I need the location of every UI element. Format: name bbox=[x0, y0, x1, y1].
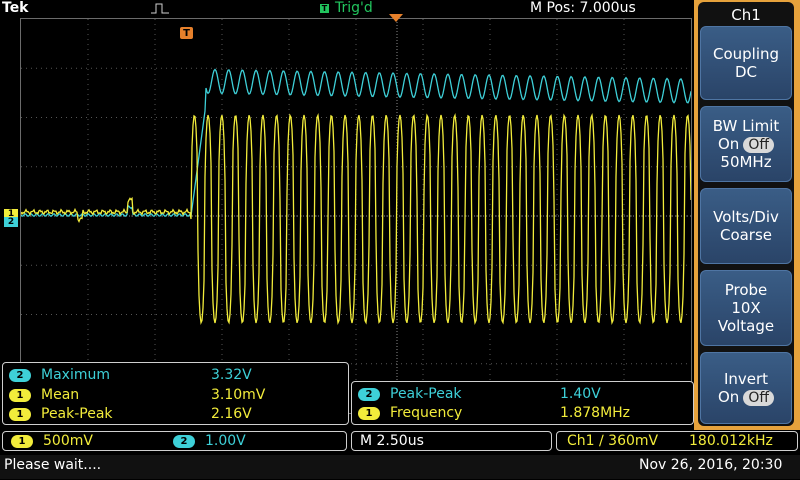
measurement-value: 1.878MHz bbox=[560, 405, 631, 421]
channel-badge: 1 bbox=[9, 388, 31, 402]
bottom-message-bar: Please wait.... Nov 26, 2016, 20:30 bbox=[0, 455, 800, 479]
volts-div-button[interactable]: Volts/Div Coarse bbox=[700, 188, 792, 264]
probe-value: 10X bbox=[731, 299, 761, 317]
bw-limit-value: 50MHz bbox=[720, 153, 772, 171]
ch1-badge: 1 bbox=[11, 434, 33, 448]
trigger-status: T Trig'd bbox=[320, 0, 373, 16]
measurements-panel-left: 2 Maximum 3.32V 1 Mean 3.10mV 1 Peak-Pea… bbox=[2, 362, 349, 425]
measurement-row: 2 Maximum 3.32V bbox=[9, 365, 252, 385]
coupling-value: DC bbox=[734, 63, 758, 81]
channel-badge: 2 bbox=[9, 368, 31, 382]
measurement-name: Mean bbox=[41, 387, 80, 403]
top-status-bar: Tek T Trig'd M Pos: 7.000us bbox=[0, 0, 692, 18]
ch2-scale: 1.00V bbox=[205, 433, 246, 449]
bw-limit-off: Off bbox=[743, 137, 774, 153]
probe-type: Voltage bbox=[717, 317, 775, 335]
status-message: Please wait.... bbox=[4, 457, 102, 473]
invert-toggle: On Off bbox=[718, 388, 774, 406]
channel-scale-box[interactable]: 1 500mV 2 1.00V bbox=[2, 431, 347, 451]
measurement-value: 1.40V bbox=[560, 386, 601, 402]
ch1-waveform bbox=[21, 113, 691, 325]
invert-label: Invert bbox=[723, 370, 769, 388]
invert-on: On bbox=[718, 388, 740, 406]
measurement-row: 2 Peak-Peak 1.40V bbox=[358, 384, 601, 404]
horizontal-position: M Pos: 7.000us bbox=[530, 0, 636, 16]
trigger-frequency: 180.012kHz bbox=[689, 433, 773, 449]
channel-badge: 1 bbox=[358, 406, 380, 420]
measurement-value: 2.16V bbox=[211, 406, 252, 422]
trigger-level: Ch1 ∕ 360mV bbox=[567, 433, 659, 449]
timebase-box[interactable]: M 2.50us bbox=[351, 431, 552, 451]
probe-button[interactable]: Probe 10X Voltage bbox=[700, 270, 792, 346]
coupling-label: Coupling bbox=[712, 45, 780, 63]
invert-button[interactable]: Invert On Off bbox=[700, 352, 792, 424]
measurement-row: 1 Frequency 1.878MHz bbox=[358, 403, 630, 423]
coupling-button[interactable]: Coupling DC bbox=[700, 26, 792, 100]
date-time: Nov 26, 2016, 20:30 bbox=[639, 457, 783, 473]
trigger-status-text: Trig'd bbox=[335, 0, 373, 16]
measurement-name: Peak-Peak bbox=[41, 406, 113, 422]
waveform-display[interactable] bbox=[20, 18, 692, 414]
measurement-name: Frequency bbox=[390, 405, 463, 421]
bw-limit-label: BW Limit bbox=[712, 117, 780, 135]
measurement-row: 1 Mean 3.10mV bbox=[9, 385, 265, 405]
measurement-name: Maximum bbox=[41, 367, 110, 383]
channel-badge: 2 bbox=[358, 387, 380, 401]
ch1-scale: 500mV bbox=[43, 433, 93, 449]
trigger-info-box[interactable]: Ch1 ∕ 360mV 180.012kHz bbox=[556, 431, 798, 451]
trigger-waveform-icon bbox=[151, 3, 169, 14]
measurements-panel-right: 2 Peak-Peak 1.40V 1 Frequency 1.878MHz bbox=[351, 381, 694, 425]
probe-label: Probe bbox=[724, 281, 768, 299]
channel-badge: 1 bbox=[9, 407, 31, 421]
timebase-value: M 2.50us bbox=[360, 433, 424, 449]
ch2-ground-marker[interactable]: 2 bbox=[4, 217, 18, 227]
measurement-row: 1 Peak-Peak 2.16V bbox=[9, 404, 252, 424]
trigger-point-marker[interactable]: T bbox=[180, 27, 193, 39]
trigger-status-icon: T bbox=[320, 3, 329, 13]
ch2-badge: 2 bbox=[173, 434, 195, 448]
bw-limit-button[interactable]: BW Limit On Off 50MHz bbox=[700, 106, 792, 182]
side-menu: Ch1 Coupling DC BW Limit On Off 50MHz Vol… bbox=[694, 0, 800, 430]
trigger-position-marker-icon bbox=[389, 14, 403, 22]
side-menu-title: Ch1 bbox=[731, 6, 761, 24]
measurement-value: 3.10mV bbox=[211, 387, 266, 403]
brand-label: Tek bbox=[2, 0, 29, 16]
measurement-name: Peak-Peak bbox=[390, 386, 462, 402]
volts-div-label: Volts/Div bbox=[713, 208, 779, 226]
volts-div-value: Coarse bbox=[719, 226, 773, 244]
invert-off: Off bbox=[743, 390, 774, 406]
graticule-svg bbox=[21, 19, 691, 413]
bw-limit-on: On bbox=[718, 135, 740, 153]
side-menu-inner: Ch1 Coupling DC BW Limit On Off 50MHz Vol… bbox=[698, 2, 794, 426]
bw-limit-toggle: On Off bbox=[718, 135, 774, 153]
measurement-value: 3.32V bbox=[211, 367, 252, 383]
